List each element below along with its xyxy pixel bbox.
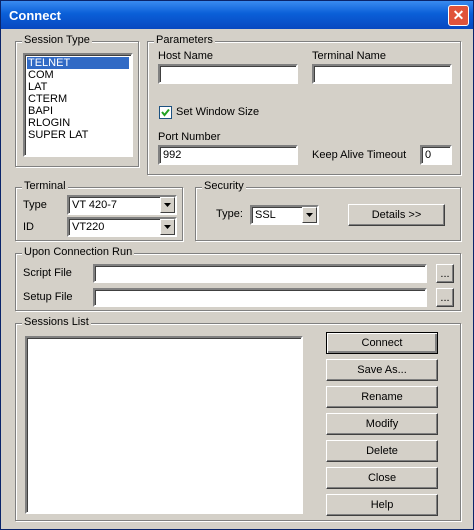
upon-connection-run-legend: Upon Connection Run [22, 246, 135, 258]
close-button-label: Close [367, 472, 397, 484]
parameters-group: Parameters Host Name Terminal Name Set W… [147, 34, 461, 175]
rename-button[interactable]: Rename [326, 386, 438, 408]
upon-connection-run-group: Upon Connection Run Script File ... Setu… [15, 246, 461, 311]
delete-button[interactable]: Delete [326, 440, 438, 462]
security-details-button[interactable]: Details >> [348, 204, 445, 226]
close-window-button[interactable]: ✕ [448, 5, 469, 26]
security-type-select[interactable]: SSL [250, 205, 319, 225]
security-type-label: Type: [216, 208, 243, 220]
parameters-legend: Parameters [154, 34, 215, 46]
script-file-browse-label: ... [440, 267, 450, 280]
keep-alive-timeout-input[interactable]: 0 [420, 145, 452, 165]
session-type-item-bapi[interactable]: BAPI [27, 105, 53, 117]
terminal-name-input[interactable] [312, 64, 452, 84]
port-number-input[interactable]: 992 [158, 145, 298, 165]
terminal-id-value: VT220 [72, 221, 105, 233]
connect-button-label: Connect [361, 337, 403, 349]
sessions-list-legend: Sessions List [22, 316, 91, 328]
save-as-button[interactable]: Save As... [326, 359, 438, 381]
security-group: Security Type: SSL Details >> [195, 180, 461, 241]
chevron-down-icon[interactable] [160, 219, 175, 235]
sessions-listbox[interactable] [25, 336, 303, 514]
host-name-label: Host Name [158, 50, 214, 62]
script-file-label: Script File [23, 267, 72, 279]
help-button-label: Help [370, 499, 394, 511]
set-window-size-checkbox[interactable] [159, 106, 172, 119]
script-file-browse-button[interactable]: ... [436, 264, 454, 283]
terminal-type-label: Type [23, 199, 47, 211]
modify-button-label: Modify [365, 418, 399, 430]
setup-file-browse-button[interactable]: ... [436, 288, 454, 307]
rename-button-label: Rename [361, 391, 403, 403]
session-type-item-lat[interactable]: LAT [27, 81, 47, 93]
session-type-item-cterm[interactable]: CTERM [27, 93, 67, 105]
checkmark-icon [161, 108, 170, 117]
terminal-type-value: VT 420-7 [72, 199, 118, 211]
sessions-list-group: Sessions List Connect Save As... Rename … [15, 316, 461, 521]
close-button[interactable]: Close [326, 467, 438, 489]
terminal-id-select[interactable]: VT220 [67, 217, 177, 237]
chevron-down-icon[interactable] [160, 197, 175, 213]
save-as-button-label: Save As... [357, 364, 407, 376]
session-type-listbox[interactable]: TELNET COM LAT CTERM BAPI RLOGIN SUPER L… [23, 53, 133, 157]
setup-file-label: Setup File [23, 291, 73, 303]
session-type-item-com[interactable]: COM [27, 69, 54, 81]
session-type-item-rlogin[interactable]: RLOGIN [27, 117, 70, 129]
terminal-id-label: ID [23, 221, 34, 233]
terminal-name-label: Terminal Name [312, 50, 386, 62]
title-bar[interactable]: Connect ✕ [1, 1, 473, 29]
session-type-item-telnet[interactable]: TELNET [27, 57, 129, 69]
terminal-legend: Terminal [22, 180, 68, 192]
connect-dialog: Connect ✕ Session Type TELNET COM LAT CT… [0, 0, 474, 530]
keep-alive-timeout-label: Keep Alive Timeout [312, 149, 407, 161]
terminal-type-select[interactable]: VT 420-7 [67, 195, 177, 215]
script-file-input[interactable] [93, 264, 427, 283]
security-legend: Security [202, 180, 246, 192]
security-type-value: SSL [255, 209, 276, 221]
session-type-item-super-lat[interactable]: SUPER LAT [27, 129, 88, 141]
delete-button-label: Delete [366, 445, 398, 457]
terminal-group: Terminal Type VT 420-7 ID VT220 [15, 180, 183, 241]
setup-file-input[interactable] [93, 288, 427, 307]
port-number-label: Port Number [158, 131, 221, 143]
connect-button[interactable]: Connect [326, 332, 438, 354]
host-name-input[interactable] [158, 64, 298, 84]
help-button[interactable]: Help [326, 494, 438, 516]
security-details-button-label: Details >> [371, 209, 422, 221]
chevron-down-icon[interactable] [302, 207, 317, 223]
session-type-group: Session Type TELNET COM LAT CTERM BAPI R… [15, 34, 139, 167]
setup-file-browse-label: ... [440, 291, 450, 304]
modify-button[interactable]: Modify [326, 413, 438, 435]
session-type-legend: Session Type [22, 34, 92, 46]
window-title: Connect [9, 8, 61, 23]
set-window-size-label: Set Window Size [176, 106, 260, 118]
